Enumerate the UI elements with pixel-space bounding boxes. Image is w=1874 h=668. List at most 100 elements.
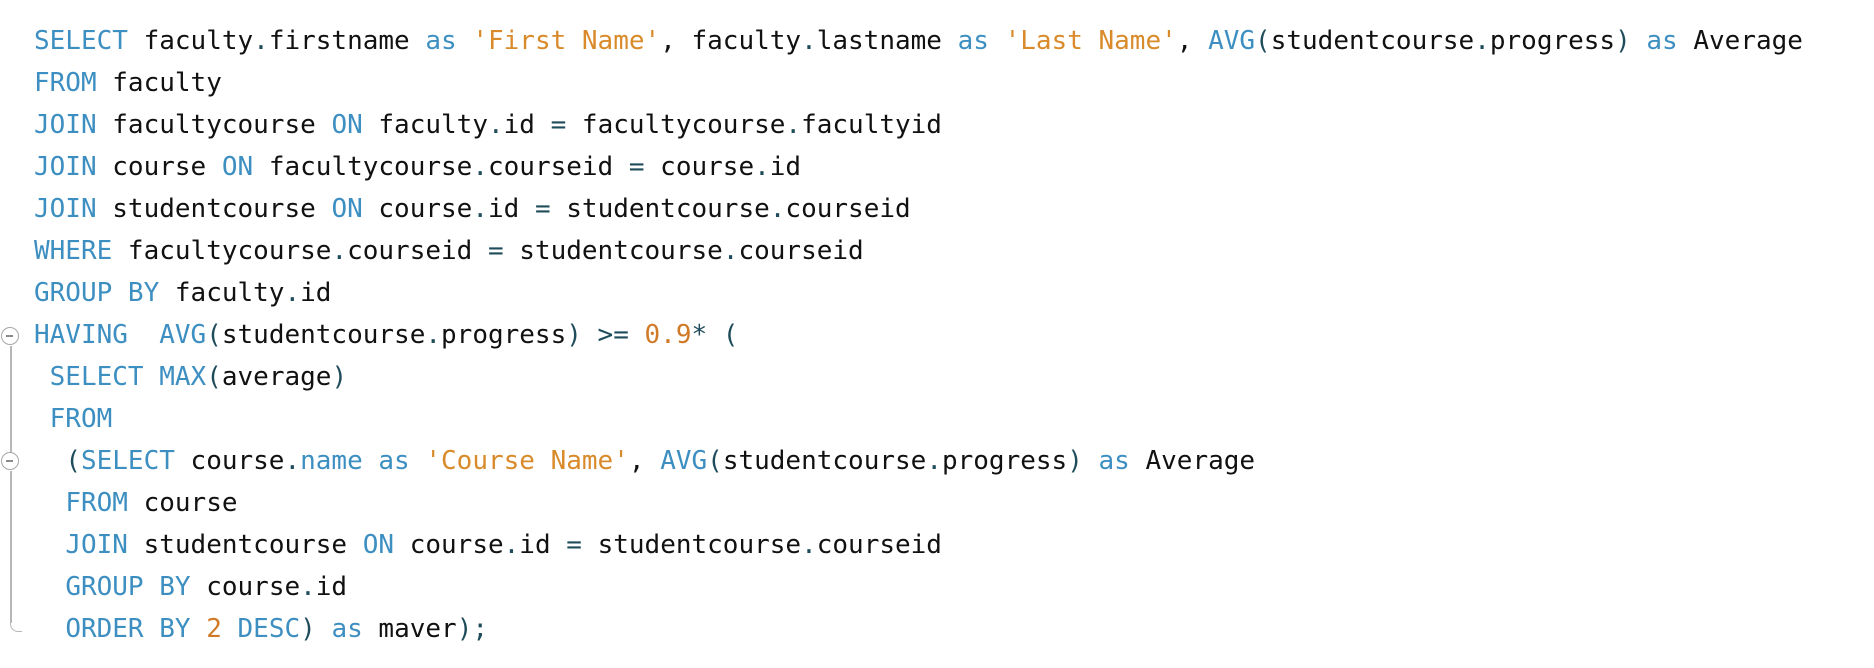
code-token: . [284,446,301,476]
code-token: as [425,26,457,56]
code-token: . [722,236,739,266]
code-token: ) [331,362,348,392]
code-token: 'Last Name' [1004,26,1177,56]
code-token: ON [331,110,363,140]
code-token: studentcourse [503,236,723,266]
code-token: facultycourse [96,110,332,140]
code-token: facultycourse [112,236,332,266]
code-token: , [628,446,661,476]
code-token: FROM [34,68,97,98]
code-token: GROUP BY [34,278,160,308]
code-token: courseid [738,236,864,266]
code-line-13: JOIN studentcourse ON course.id = studen… [34,524,942,566]
code-token: . [472,152,488,182]
code-token: courseid [347,236,488,266]
code-token: studentcourse [550,194,770,224]
code-token: as [957,26,989,56]
code-token: course [190,572,301,602]
minus-circle-icon[interactable] [1,452,19,470]
code-token: ) >= [566,320,645,350]
code-token: * ( [691,320,739,350]
code-token: . [503,530,520,560]
code-token: ( [206,320,222,350]
code-token: = [487,236,504,266]
code-token: id [503,110,551,140]
code-token: name [300,446,363,476]
code-token: FROM [65,488,128,518]
code-token: ( [1255,26,1271,56]
code-token: studentcourse [581,530,802,560]
sql-code-editor[interactable]: SELECT faculty.firstname as 'First Name'… [0,0,1874,668]
code-token: JOIN [65,530,128,560]
code-token: GROUP BY [65,572,191,602]
code-line-5: JOIN studentcourse ON course.id = studen… [34,188,911,230]
code-line-7: GROUP BY faculty.id [34,272,331,314]
code-token: facultycourse [253,152,473,182]
code-token: faculty [96,68,222,98]
code-token: DESC [237,614,301,644]
code-token: facultycourse [566,110,786,140]
code-token: HAVING [34,320,128,350]
code-token: . [769,194,786,224]
fold-guide-line [10,471,12,623]
code-token: as [331,614,363,644]
code-token: lastname [816,26,942,56]
code-line-3: JOIN facultycourse ON faculty.id = facul… [34,104,942,146]
code-token: . [300,572,316,602]
code-token: course [362,194,473,224]
code-token: ( [65,446,81,476]
code-token: = [534,194,551,224]
code-token: maver [362,614,457,644]
code-token: ON [221,152,254,182]
code-token: courseid [785,194,911,224]
code-token: , [660,26,692,56]
code-token: Average [1693,26,1803,56]
code-token: ON [331,194,363,224]
code-token: faculty [362,110,488,140]
code-token: course [127,488,238,518]
code-token: id [487,194,535,224]
code-token: course [644,152,755,182]
code-token: faculty [143,26,254,56]
code-token: . [487,110,504,140]
code-token: as [378,446,410,476]
code-line-12: FROM course [34,482,238,524]
code-token: . [926,446,942,476]
code-token: AVG [159,320,207,350]
code-token: courseid [816,530,942,560]
minus-circle-icon[interactable] [1,327,19,345]
code-token: faculty [159,278,285,308]
code-line-15: ORDER BY 2 DESC) as maver); [34,608,488,650]
code-token: id [300,278,332,308]
code-line-10: FROM [34,398,113,440]
code-token: AVG [1208,26,1256,56]
code-token: AVG [660,446,708,476]
code-line-8: HAVING AVG(studentcourse.progress) >= 0.… [34,314,738,356]
code-token: studentcourse [221,320,426,350]
code-token: 0.9 [644,320,692,350]
code-token: ) [1615,26,1631,56]
code-token: ) [300,614,332,644]
code-token: studentcourse [127,530,363,560]
code-token: . [284,278,301,308]
code-token: . [425,320,442,350]
code-token: SELECT [49,362,144,392]
code-token: progress [941,446,1068,476]
code-token: ON [362,530,395,560]
code-token: faculty [691,26,802,56]
code-line-9: SELECT MAX(average) [34,356,347,398]
code-token: id [769,152,802,182]
code-token: as [1098,446,1130,476]
